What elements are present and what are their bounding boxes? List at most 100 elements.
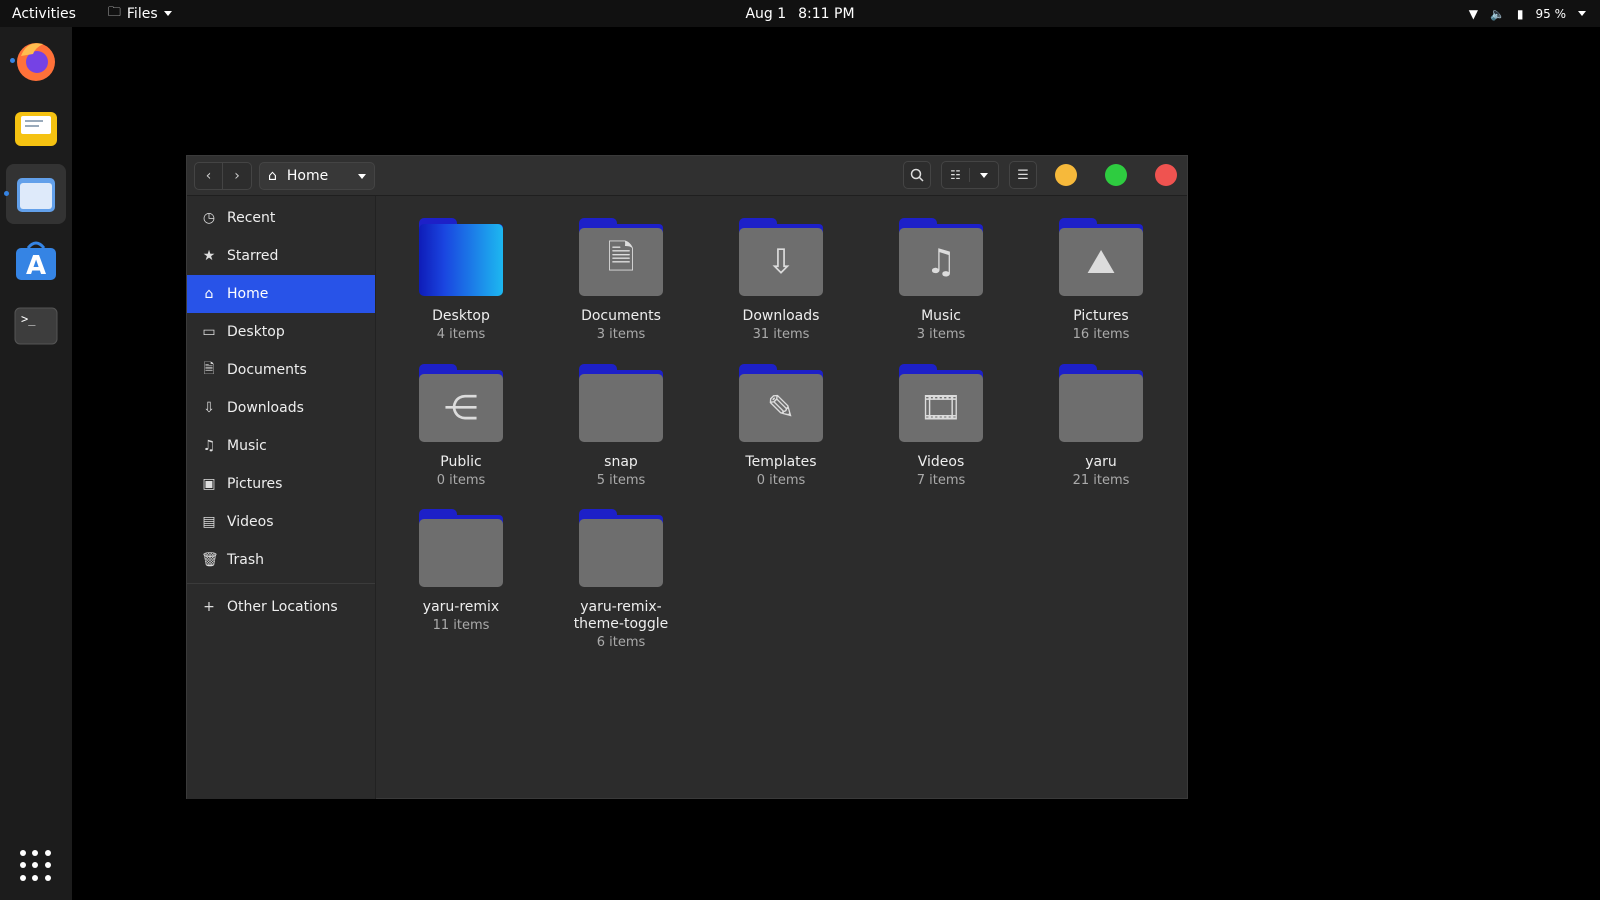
volume-icon: 🔈 [1489,6,1505,21]
download-icon: ⇩ [203,400,215,416]
share-icon: ⋲ [419,374,503,442]
file-name: Videos [917,454,965,470]
clock[interactable]: Aug 1 8:11 PM [745,6,854,22]
dock-firefox[interactable] [6,31,66,91]
file-name: Desktop [432,308,490,324]
sidebar-item-label: Videos [227,514,274,530]
running-indicator [10,58,15,63]
folder-item-pictures[interactable]: ⛰ Pictures 16 items [1026,218,1176,342]
files-window: ‹ › ⌂ Home ☷ ☰ ◷ Recent ★ Starred ⌂ Home… [186,155,1188,799]
sidebar-item-documents[interactable]: 🗎 Documents [187,351,375,389]
mail-icon [15,112,57,146]
sidebar-item-pictures[interactable]: ▣ Pictures [187,465,375,503]
folder-item-yaru-remix-theme-toggle[interactable]: yaru-remix-theme-toggle 6 items [546,509,696,650]
view-options-button[interactable] [970,172,998,178]
folder-item-public[interactable]: ⋲ Public 0 items [386,364,536,488]
folder-icon [579,509,663,587]
dock: A >_ [0,27,72,900]
sidebar-item-downloads[interactable]: ⇩ Downloads [187,389,375,427]
item-count: 21 items [1072,473,1130,488]
back-button[interactable]: ‹ [194,162,223,190]
video-icon: 🎞 [899,374,983,442]
picture-icon: ▣ [202,476,216,492]
folder-item-templates[interactable]: ✎ Templates 0 items [706,364,856,488]
desktop-icon: ▭ [202,324,216,340]
folder-icon: 🗎 [579,218,663,296]
sidebar-item-desktop[interactable]: ▭ Desktop [187,313,375,351]
folder-icon: ⋲ [419,364,503,442]
system-tray[interactable]: ▼ 🔈 ▮ 95 % [1469,7,1586,21]
sidebar-item-label: Recent [227,210,276,226]
item-count: 0 items [756,473,806,488]
sidebar-item-label: Music [227,438,267,454]
item-count: 7 items [916,473,966,488]
folder-item-downloads[interactable]: ⇩ Downloads 31 items [706,218,856,342]
folder-item-yaru[interactable]: yaru 21 items [1026,364,1176,488]
item-count: 6 items [596,635,646,650]
sidebar-item-other-locations[interactable]: + Other Locations [187,588,375,626]
clock-icon: ◷ [202,210,216,226]
chevron-down-icon [980,172,988,178]
sidebar: ◷ Recent ★ Starred ⌂ Home ▭ Desktop 🗎 Documen… [187,196,376,799]
chevron-down-icon [1578,11,1586,16]
top-bar: Activities 🗀 Files Aug 1 8:11 PM ▼ 🔈 ▮ 9… [0,0,1600,27]
plus-icon: + [203,599,215,615]
sidebar-item-starred[interactable]: ★ Starred [187,237,375,275]
folder-item-videos[interactable]: 🎞 Videos 7 items [866,364,1016,488]
home-icon: ⌂ [268,168,277,184]
files-icon [17,178,55,212]
music-icon: ♫ [202,438,216,454]
maximize-button[interactable] [1105,164,1127,186]
sidebar-item-label: Documents [227,362,307,378]
folder-icon: 🗀 [107,4,121,20]
clock-date: Aug 1 [745,5,787,22]
sidebar-item-home[interactable]: ⌂ Home [187,275,375,313]
item-count: 3 items [596,327,646,342]
folder-item-documents[interactable]: 🗎 Documents 3 items [546,218,696,342]
file-name: yaru-remix-theme-toggle [573,599,669,632]
path-bar[interactable]: ⌂ Home [259,162,375,190]
item-count: 3 items [916,327,966,342]
folder-icon: ⇩ [739,218,823,296]
view-toggle[interactable]: ☷ [941,161,999,189]
folder-item-music[interactable]: ♫ Music 3 items [866,218,1016,342]
sidebar-divider [187,583,375,584]
sidebar-item-videos[interactable]: ▤ Videos [187,503,375,541]
sidebar-item-label: Pictures [227,476,283,492]
svg-text:A: A [26,251,46,281]
battery-percent: 95 % [1535,6,1567,21]
file-grid: Desktop 4 items 🗎 Documents 3 items ⇩ Do… [377,196,1187,798]
document-icon: 🗎 [203,361,215,377]
sidebar-item-trash[interactable]: 🗑 Trash [187,541,375,579]
dock-mail[interactable] [6,98,66,158]
minimize-button[interactable] [1055,164,1077,186]
folder-icon [1059,364,1143,442]
show-apps-button[interactable] [20,850,52,882]
dock-terminal[interactable]: >_ [6,296,66,356]
folder-item-snap[interactable]: snap 5 items [546,364,696,488]
menu-button[interactable]: ☰ [1009,161,1037,189]
folder-icon [419,218,503,296]
dock-files[interactable] [4,164,66,224]
hamburger-icon: ☰ [1017,167,1029,183]
folder-item-yaru-remix[interactable]: yaru-remix 11 items [386,509,536,633]
search-button[interactable] [903,161,931,189]
sidebar-item-label: Trash [227,552,264,568]
dock-software[interactable]: A [6,230,66,290]
app-menu[interactable]: 🗀 Files [108,3,172,25]
activities-button[interactable]: Activities [0,6,88,22]
header-actions: ☷ ☰ [903,161,1177,189]
folder-item-desktop[interactable]: Desktop 4 items [386,218,536,342]
sidebar-item-recent[interactable]: ◷ Recent [187,199,375,237]
item-count: 0 items [436,473,486,488]
sidebar-item-music[interactable]: ♫ Music [187,427,375,465]
file-name: Public [440,454,482,470]
folder-icon: 🎞 [899,364,983,442]
sidebar-item-label: Downloads [227,400,304,416]
header-bar: ‹ › ⌂ Home ☷ ☰ [187,156,1187,196]
list-view-icon[interactable]: ☷ [942,168,971,182]
file-name: Templates [745,454,817,470]
close-button[interactable] [1155,164,1177,186]
forward-button[interactable]: › [223,162,252,190]
item-count: 31 items [752,327,810,342]
